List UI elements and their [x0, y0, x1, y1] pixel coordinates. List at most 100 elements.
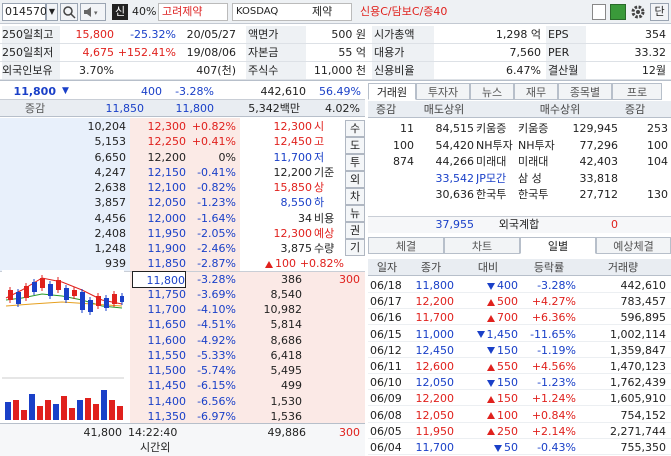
chart-icon[interactable] — [610, 4, 626, 20]
broker-buy-delta — [618, 170, 668, 187]
daily-change: 100 — [456, 407, 518, 424]
code-input[interactable]: 014570 — [2, 3, 47, 21]
broker-buy-name[interactable]: 삼 성 — [518, 170, 562, 187]
daily-date: 06/05 — [370, 424, 402, 438]
side-button[interactable]: 차 — [345, 188, 365, 205]
info-value: 4,675 — [82, 46, 115, 59]
volume: 442,610 — [260, 85, 307, 98]
price-rate: -3.28% — [175, 85, 214, 98]
broker-sell-delta — [368, 186, 414, 203]
daily-date: 06/17 — [370, 295, 402, 309]
broker-sell-delta: 100 — [393, 138, 414, 152]
speaker-icon: ▾ — [84, 7, 98, 17]
side-button[interactable]: 수 — [345, 120, 365, 137]
candle-body — [80, 292, 85, 310]
volume-bar — [61, 396, 67, 420]
daily-rate: -11.65% — [530, 327, 576, 341]
daily-volume: 2,271,744 — [610, 424, 666, 438]
footer-right: 300 — [339, 426, 360, 439]
daily-volume: 1,002,114 — [610, 327, 666, 341]
info-value: 1,298 억 — [495, 28, 541, 41]
settings-button[interactable] — [629, 3, 647, 21]
header-c: 5,342백만 — [248, 102, 300, 115]
broker-tab[interactable]: 투자자 — [416, 83, 470, 100]
side-button[interactable]: 외 — [345, 171, 365, 188]
daily-date: 06/04 — [370, 441, 402, 454]
search-button[interactable] — [60, 3, 78, 21]
side-button[interactable]: 기 — [345, 239, 365, 256]
broker-sell-name[interactable]: 키움증 — [476, 120, 522, 137]
broker-sell-name[interactable]: 미래대 — [476, 153, 522, 170]
daily-change: 150 — [456, 342, 518, 359]
broker-tab[interactable]: 종목별 — [558, 83, 612, 100]
daily-tab[interactable]: 차트 — [444, 237, 520, 254]
volume-bar — [37, 406, 43, 420]
sin-badge[interactable]: 신 — [112, 4, 128, 20]
sector-label: 제약 — [312, 5, 333, 18]
daily-volume: 442,610 — [620, 279, 667, 292]
broker-header-cell: 증감 — [624, 103, 646, 116]
down-triangle-icon — [476, 331, 485, 339]
broker-sell-qty: 44,266 — [435, 155, 475, 168]
broker-buy-name[interactable]: 키움증 — [518, 120, 562, 137]
broker-buy-name[interactable]: NH투자 — [518, 137, 562, 154]
down-triangle-icon — [487, 282, 495, 290]
daily-close: 12,600 — [415, 360, 455, 373]
info-label: PER — [546, 44, 586, 61]
current-price: 11,800 — [13, 85, 56, 98]
down-triangle-icon — [494, 444, 502, 452]
daily-close: 12,200 — [415, 392, 455, 406]
daily-tab[interactable]: 예상체결 — [596, 237, 671, 254]
info-value: 55 억 — [338, 46, 366, 59]
daily-header-cell: 등락률 — [533, 261, 565, 274]
up-triangle-icon — [487, 412, 495, 420]
broker-buy-delta: 100 — [647, 138, 668, 152]
daily-rate: +4.56% — [531, 360, 576, 373]
broker-sell-name[interactable]: NH투자 — [476, 137, 522, 154]
broker-buy-name[interactable]: 한국투 — [518, 186, 562, 203]
summary-last-value: 100 — [240, 255, 296, 272]
daily-rate: +2.14% — [531, 424, 576, 438]
candle-body — [112, 294, 117, 304]
daily-rate: +4.27% — [531, 295, 576, 309]
side-button[interactable]: 권 — [345, 222, 365, 239]
broker-tab[interactable]: 프로 — [612, 83, 662, 100]
daily-volume: 754,152 — [620, 408, 667, 422]
side-button[interactable]: 도 — [345, 137, 365, 154]
daily-panel: 체결 차트 일별 예상체결 일자 종가 대비 등락률 거래량 06/18 11,800 400 -3.2… — [368, 237, 671, 456]
broker-sell-name[interactable]: JP모간 — [476, 170, 522, 187]
time-label: 시간외 — [140, 441, 171, 454]
daily-rate: -3.28% — [537, 279, 576, 292]
broker-sell-name[interactable]: 한국투 — [476, 186, 522, 203]
up-triangle-icon — [487, 314, 495, 322]
broker-tab[interactable]: 재무 — [514, 83, 558, 100]
info-label: 결산월 — [546, 62, 586, 79]
info-value: 33.32 — [634, 46, 667, 59]
svg-text:▾: ▾ — [94, 9, 98, 17]
side-button[interactable]: 뉴 — [345, 205, 365, 222]
info-value: 11,000 천 — [313, 64, 366, 77]
candle-body — [40, 278, 45, 288]
daily-change: 500 — [456, 293, 518, 310]
info-value: 12월 — [641, 64, 666, 77]
volume-bar — [117, 406, 123, 420]
info-rate: -25.32% — [130, 28, 176, 41]
memo-icon[interactable] — [592, 4, 606, 20]
dan-button[interactable]: 단 — [650, 3, 669, 21]
broker-buy-qty: 42,403 — [579, 155, 619, 168]
broker-tab[interactable]: 뉴스 — [470, 83, 514, 100]
daily-tab[interactable]: 체결 — [368, 237, 444, 254]
daily-tab[interactable]: 일별 — [520, 237, 596, 254]
daily-rate: +0.84% — [531, 408, 576, 422]
daily-volume: 1,605,910 — [610, 392, 666, 406]
code-dropdown[interactable]: ▼ — [46, 3, 58, 21]
side-button[interactable]: 투 — [345, 154, 365, 171]
sound-button[interactable]: ▾ — [80, 3, 106, 21]
info-label: 시가총액 — [372, 26, 434, 43]
broker-tab[interactable]: 거래원 — [368, 83, 416, 100]
info-label: 자본금 — [246, 44, 306, 61]
summary-last-rate: +0.82% — [299, 257, 344, 271]
broker-buy-name[interactable]: 미래대 — [518, 153, 562, 170]
daily-date: 06/08 — [370, 408, 402, 422]
mini-chart — [2, 270, 124, 422]
